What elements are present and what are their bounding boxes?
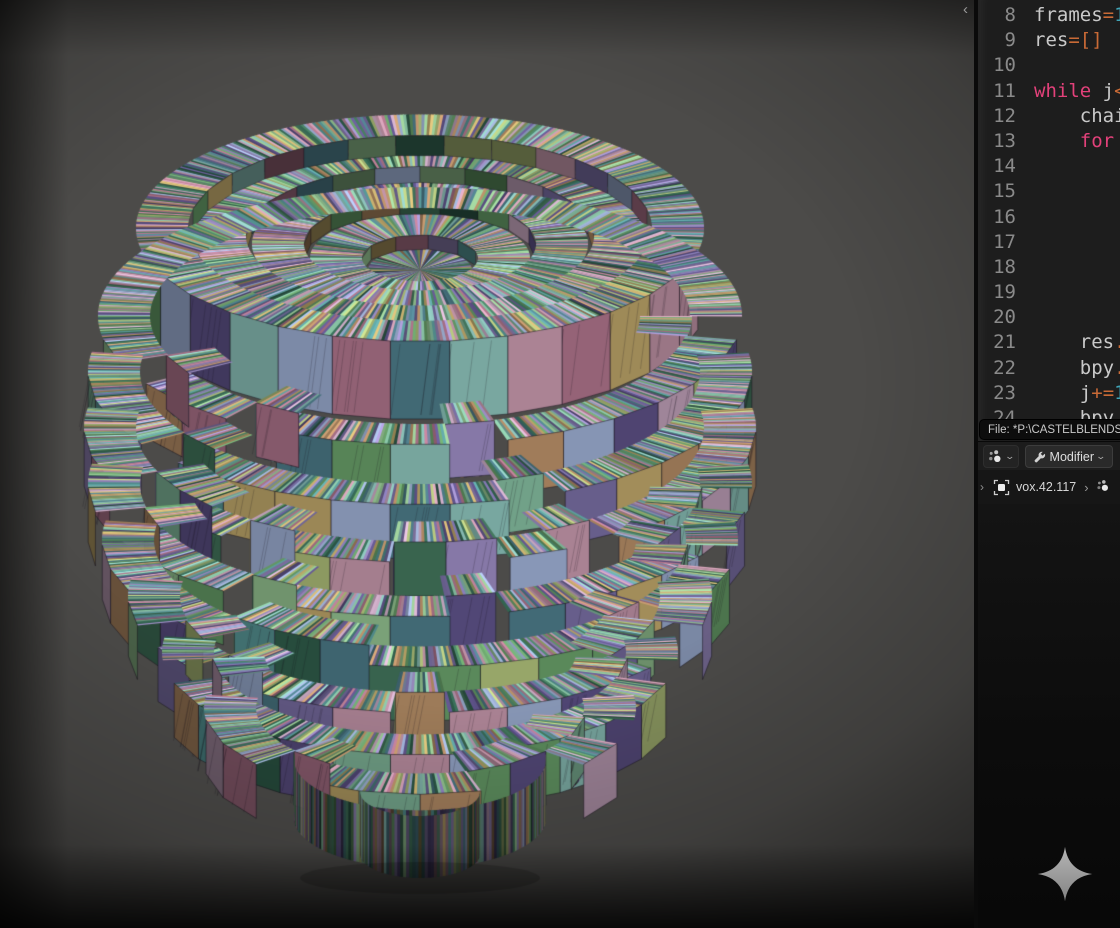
object-data-icon <box>993 479 1010 496</box>
line-number: 16 <box>978 205 1016 230</box>
code-text: bpy. <box>1034 356 1120 381</box>
properties-body <box>978 504 1120 928</box>
code-text: frames=1 <box>1034 3 1120 28</box>
line-number: 23 <box>978 381 1016 406</box>
code-line[interactable]: 14 <box>978 154 1120 179</box>
voxel-sculpture-render[interactable] <box>0 0 974 928</box>
code-line[interactable]: 22 bpy. <box>978 356 1120 381</box>
right-panel: 8 frames=1 9 res=[] 1011 while j< 12 chain 13 for… <box>978 0 1120 928</box>
code-line[interactable]: 21 res.a <box>978 330 1120 355</box>
wrench-icon <box>1033 450 1047 464</box>
code-line[interactable]: 8 frames=1 <box>978 3 1120 28</box>
sparkle-icon <box>1036 843 1094 905</box>
line-number: 18 <box>978 255 1016 280</box>
line-number: 13 <box>978 129 1016 154</box>
code-line[interactable]: 11 while j< <box>978 79 1120 104</box>
line-number: 14 <box>978 154 1016 179</box>
text-editor[interactable]: 8 frames=1 9 res=[] 1011 while j< 12 chain 13 for… <box>978 0 1120 441</box>
chevron-down-icon: ⌄ <box>1096 451 1107 462</box>
modifier-dropdown[interactable]: Modifier ⌄ <box>1025 445 1113 468</box>
code-text: while j< <box>1034 79 1120 104</box>
editor-type-dropdown[interactable]: ⌄ <box>983 445 1019 468</box>
code-text: chain <box>1034 104 1120 129</box>
code-text: res.a <box>1034 330 1120 355</box>
code-text: for <box>1034 129 1120 154</box>
blender-window: { "viewport": { "background": "#4c4b49",… <box>0 0 1120 928</box>
code-text: j+=1 <box>1034 381 1120 406</box>
line-number: 9 <box>978 28 1016 53</box>
line-number: 22 <box>978 356 1016 381</box>
code-line[interactable]: 17 <box>978 230 1120 255</box>
code-line[interactable]: 16 <box>978 205 1120 230</box>
file-path-bar: File: *P:\CASTELBLENDS\C <box>979 419 1120 440</box>
particles-icon <box>988 450 1003 464</box>
line-number: 15 <box>978 179 1016 204</box>
modifier-dropdown-label: Modifier <box>1050 450 1094 464</box>
line-number: 10 <box>978 53 1016 78</box>
particles-icon <box>1096 480 1111 494</box>
code-line[interactable]: 15 <box>978 179 1120 204</box>
code-line[interactable]: 9 res=[] <box>978 28 1120 53</box>
code-text: res=[] <box>1034 28 1103 53</box>
properties-breadcrumb: › vox.42.117 › <box>978 470 1120 504</box>
line-number: 11 <box>978 79 1016 104</box>
3d-viewport[interactable]: ‹ <box>0 0 974 928</box>
code-line[interactable]: 12 chain <box>978 104 1120 129</box>
line-number: 8 <box>978 3 1016 28</box>
line-number: 17 <box>978 230 1016 255</box>
code-line[interactable]: 19 <box>978 280 1120 305</box>
collapse-panel-chevron[interactable]: ‹ <box>963 2 968 17</box>
code-line[interactable]: 10 <box>978 53 1120 78</box>
breadcrumb-object-name[interactable]: vox.42.117 <box>1016 480 1076 494</box>
code-lines: 8 frames=1 9 res=[] 1011 while j< 12 chain 13 for… <box>978 3 1120 431</box>
code-line[interactable]: 20 <box>978 305 1120 330</box>
code-line[interactable]: 23 j+=1 <box>978 381 1120 406</box>
line-number: 19 <box>978 280 1016 305</box>
properties-header: ⌄ Modifier ⌄ VI <box>978 441 1120 471</box>
chevron-down-icon: ⌄ <box>1004 451 1015 462</box>
code-line[interactable]: 13 for <box>978 129 1120 154</box>
chevron-right-icon: › <box>1084 480 1088 495</box>
code-line[interactable]: 18 <box>978 255 1120 280</box>
line-number: 20 <box>978 305 1016 330</box>
expand-panel-chevron[interactable]: › <box>980 480 984 494</box>
line-number: 21 <box>978 330 1016 355</box>
line-number: 12 <box>978 104 1016 129</box>
